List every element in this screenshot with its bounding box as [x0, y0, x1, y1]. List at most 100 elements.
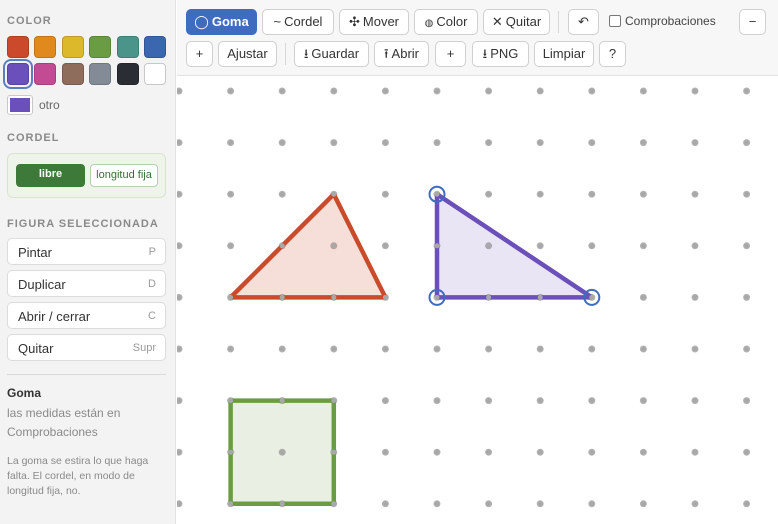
- peg-top: [744, 140, 750, 146]
- remove-tool-label: Quitar: [505, 14, 542, 29]
- open-button[interactable]: ⭱ Abrir: [374, 41, 429, 67]
- shape-triangle-red[interactable]: [228, 191, 388, 300]
- peg-top: [382, 243, 388, 249]
- color-swatch[interactable]: [7, 36, 29, 58]
- color-swatch[interactable]: [89, 63, 112, 85]
- peg-top: [486, 501, 492, 507]
- toolbar: ◯ Goma ~ Cordel ✣ Mover ◍ Color ✕ Quitar ↶ Co…: [177, 0, 778, 76]
- peg-top: [279, 191, 285, 197]
- checks-toggle[interactable]: Comprobaciones: [609, 14, 716, 28]
- remove-figure-button[interactable]: Quitar Supr: [7, 334, 166, 361]
- peg-top: [744, 294, 750, 300]
- peg-top: [434, 346, 440, 352]
- peg-top: [382, 346, 388, 352]
- export-png-button[interactable]: ⭳ PNG: [472, 41, 529, 67]
- peg-top: [744, 88, 750, 94]
- peg-top: [589, 140, 595, 146]
- peg-top: [434, 449, 440, 455]
- color-swatch[interactable]: [144, 63, 166, 85]
- remove-figure-shortcut: Supr: [132, 342, 156, 354]
- peg-top: [228, 88, 234, 94]
- cord-mode-fixed-button[interactable]: longitud fija: [90, 164, 158, 187]
- cord-section-title: CORDEL: [7, 132, 60, 144]
- peg-top: [382, 449, 388, 455]
- peg-top: [744, 346, 750, 352]
- peg-top: [692, 398, 698, 404]
- info-title: Goma: [7, 386, 42, 400]
- peg-top: [279, 449, 285, 455]
- color-tool-button[interactable]: ◍ Color: [414, 9, 478, 35]
- peg-top: [382, 501, 388, 507]
- sidebar: COLOR otro CORDEL libre longitud fija FI…: [0, 0, 176, 524]
- help-button[interactable]: ?: [599, 41, 626, 67]
- color-swatch[interactable]: [61, 63, 84, 85]
- info-text: las medidas están en Comprobaciones: [7, 406, 121, 439]
- peg-top: [640, 191, 646, 197]
- duplicate-label: Duplicar: [18, 277, 66, 292]
- color-swatch[interactable]: [116, 36, 139, 58]
- cord-mode-free-button[interactable]: libre: [16, 164, 85, 187]
- checks-checkbox[interactable]: [609, 15, 621, 27]
- peg-top: [486, 294, 492, 300]
- peg-top: [434, 88, 440, 94]
- zoom-in-button[interactable]: +: [186, 41, 213, 67]
- peg-top: [279, 294, 285, 300]
- color-tool-label: Color: [436, 14, 468, 29]
- peg-top: [486, 88, 492, 94]
- close-icon: ✕: [491, 14, 503, 29]
- color-swatch[interactable]: [144, 36, 166, 58]
- peg-top: [486, 449, 492, 455]
- circle-icon: ◯: [194, 14, 209, 29]
- color-swatch[interactable]: [34, 63, 57, 85]
- peg-top: [537, 346, 543, 352]
- geoboard-canvas[interactable]: [175, 77, 778, 524]
- peg-top: [537, 243, 543, 249]
- figure-section-title: FIGURA SELECCIONADA: [7, 218, 159, 230]
- cord-tool-button[interactable]: ~ Cordel: [262, 9, 334, 35]
- peg-top: [228, 294, 234, 300]
- peg-top: [331, 294, 337, 300]
- rubber-band-tool-button[interactable]: ◯ Goma: [186, 9, 257, 35]
- save-label: Guardar: [311, 46, 360, 61]
- color-swatch[interactable]: [34, 36, 57, 58]
- peg-top: [692, 449, 698, 455]
- custom-color-swatch[interactable]: [7, 95, 33, 115]
- peg-top: [331, 191, 337, 197]
- peg-top: [382, 140, 388, 146]
- color-swatch[interactable]: [7, 63, 29, 85]
- toolbar-separator: [558, 11, 559, 33]
- download-icon: ⭳: [482, 46, 488, 61]
- shape-triangle-purple[interactable]: [434, 191, 595, 300]
- color-swatch[interactable]: [116, 63, 139, 85]
- peg-top: [589, 294, 595, 300]
- clear-button[interactable]: Limpiar: [534, 41, 594, 67]
- peg-top: [537, 88, 543, 94]
- fit-button[interactable]: Ajustar: [218, 41, 277, 67]
- peg-top: [331, 398, 337, 404]
- download-icon: ⭳: [303, 46, 309, 61]
- move-tool-button[interactable]: ✣ Mover: [339, 9, 409, 35]
- peg-top: [279, 243, 285, 249]
- peg-top: [589, 346, 595, 352]
- plus-icon: +: [195, 46, 204, 61]
- save-button[interactable]: ⭳ Guardar: [294, 41, 369, 67]
- undo-button[interactable]: ↶: [568, 9, 599, 35]
- peg-top: [331, 501, 337, 507]
- peg-top: [228, 398, 234, 404]
- zoom-out-button[interactable]: −: [739, 9, 766, 35]
- geoboard[interactable]: [175, 77, 778, 524]
- undo-icon: ↶: [578, 14, 589, 29]
- peg-top: [692, 346, 698, 352]
- peg-top: [228, 501, 234, 507]
- peg-top: [640, 501, 646, 507]
- peg-top: [434, 243, 440, 249]
- open-close-button[interactable]: Abrir / cerrar C: [7, 302, 166, 329]
- add-button[interactable]: +: [435, 41, 466, 67]
- color-swatch[interactable]: [61, 36, 84, 58]
- peg-top: [228, 140, 234, 146]
- paint-button[interactable]: Pintar P: [7, 238, 166, 265]
- peg-top: [486, 346, 492, 352]
- duplicate-button[interactable]: Duplicar D: [7, 270, 166, 297]
- remove-tool-button[interactable]: ✕ Quitar: [483, 9, 550, 35]
- color-swatch[interactable]: [89, 36, 112, 58]
